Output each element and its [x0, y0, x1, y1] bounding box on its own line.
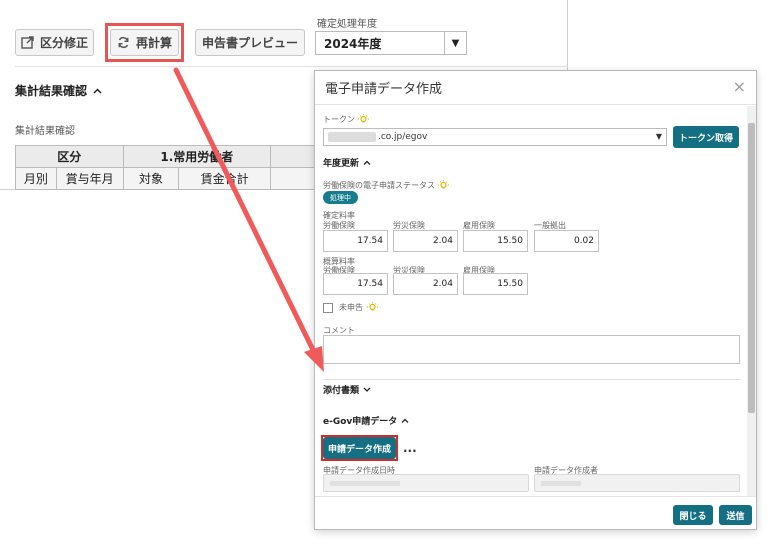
edit-category-label: 区分修正: [39, 36, 88, 50]
fiscal-year-select[interactable]: 2024年度 ▼: [315, 31, 467, 55]
unfiled-label: 未申告: [339, 303, 363, 312]
summary-section-toggle[interactable]: 集計結果確認: [15, 82, 102, 99]
year-update-label: 年度更新: [323, 159, 360, 169]
status-label: 労働保険の電子申請ステータス: [323, 181, 435, 190]
table-subheader-cell: 賃金合計: [178, 167, 271, 190]
unfiled-field: 未申告: [339, 302, 378, 313]
dropdown-arrow-icon: ▼: [655, 132, 662, 141]
masked-value: [330, 481, 400, 486]
gaisan-employment-input[interactable]: 15.50: [463, 273, 528, 295]
modal-header: 電子申請データ作成 ×: [315, 71, 756, 105]
fiscal-year-label: 確定処理年度: [317, 19, 377, 30]
summary-section-title: 集計結果確認: [15, 84, 88, 98]
table-subheader-cell: 賞与年月: [55, 167, 124, 190]
table-subheader-cell: 月別: [15, 167, 57, 190]
external-edit-icon: [21, 36, 34, 49]
attachments-toggle[interactable]: 添付書類: [323, 383, 371, 396]
close-icon[interactable]: ×: [733, 79, 746, 95]
kakutei-accident-input[interactable]: 2.04: [393, 230, 458, 252]
screen: 区分修正 再計算 申告書プレビュー 確定処理年度 2024年度 ▼ 集計結果確認…: [0, 0, 770, 549]
masked-domain: [328, 132, 376, 142]
edit-category-button[interactable]: 区分修正: [15, 29, 94, 56]
close-button[interactable]: 閉じる: [673, 505, 713, 525]
form-preview-button[interactable]: 申告書プレビュー: [195, 29, 305, 56]
form-preview-label: 申告書プレビュー: [201, 36, 298, 50]
year-update-toggle[interactable]: 年度更新: [323, 156, 371, 169]
table-header-cell: 1.常用労働者: [122, 145, 272, 168]
create-application-button[interactable]: 申請データ作成: [323, 437, 396, 459]
kakutei-employment-input[interactable]: 15.50: [463, 230, 528, 252]
egov-section-toggle[interactable]: e-Gov申請データ: [323, 414, 409, 427]
lightbulb-icon[interactable]: [438, 180, 449, 191]
modal-scrollbar[interactable]: [747, 106, 756, 496]
egov-section-label: e-Gov申請データ: [323, 417, 398, 427]
e-application-modal: 電子申請データ作成 × トークン .co.jp/egov ▼ トークン取得 年度…: [314, 70, 757, 530]
comment-textarea[interactable]: [323, 335, 740, 364]
modal-body: トークン .co.jp/egov ▼ トークン取得 年度更新 労働保険の電子申請…: [315, 106, 758, 496]
more-options-button[interactable]: ...: [403, 441, 417, 455]
status-badge: 処理中: [323, 191, 358, 204]
token-field-label: トークン: [323, 114, 369, 125]
kakutei-general-input[interactable]: 0.02: [534, 230, 599, 252]
dropdown-arrow-icon: ▼: [444, 32, 466, 54]
table-header-cell: 区分: [15, 145, 124, 168]
kakutei-labor-input[interactable]: 17.54: [323, 230, 388, 252]
chevron-down-icon: [363, 387, 371, 392]
chevron-up-icon: [363, 160, 371, 165]
scrollbar-thumb[interactable]: [748, 123, 755, 413]
status-field: 労働保険の電子申請ステータス: [323, 180, 449, 191]
table-subheader-cell: 対象: [122, 167, 180, 190]
fiscal-year-value: 2024年度: [324, 36, 382, 51]
send-button[interactable]: 送信: [719, 505, 752, 525]
divider: [15, 66, 568, 67]
chevron-up-icon: [93, 87, 102, 94]
masked-value: [541, 481, 581, 486]
token-value: .co.jp/egov: [378, 132, 428, 142]
chevron-up-icon: [401, 418, 409, 423]
created-by-field: [534, 474, 740, 492]
gaisan-accident-input[interactable]: 2.04: [393, 273, 458, 295]
lightbulb-icon[interactable]: [358, 114, 369, 125]
token-select[interactable]: .co.jp/egov ▼: [323, 128, 667, 146]
modal-footer: 閉じる 送信: [315, 496, 756, 531]
divider: [323, 379, 741, 380]
get-token-button[interactable]: トークン取得: [673, 126, 739, 148]
recalculate-highlight: [105, 23, 184, 62]
attachments-label: 添付書類: [323, 386, 360, 396]
created-at-field: [323, 474, 529, 492]
summary-sub-label: 集計結果確認: [15, 126, 75, 137]
token-label: トークン: [323, 115, 355, 124]
gaisan-labor-input[interactable]: 17.54: [323, 273, 388, 295]
modal-title: 電子申請データ作成: [325, 82, 443, 97]
unfiled-checkbox[interactable]: [323, 303, 333, 313]
lightbulb-icon[interactable]: [367, 302, 378, 313]
